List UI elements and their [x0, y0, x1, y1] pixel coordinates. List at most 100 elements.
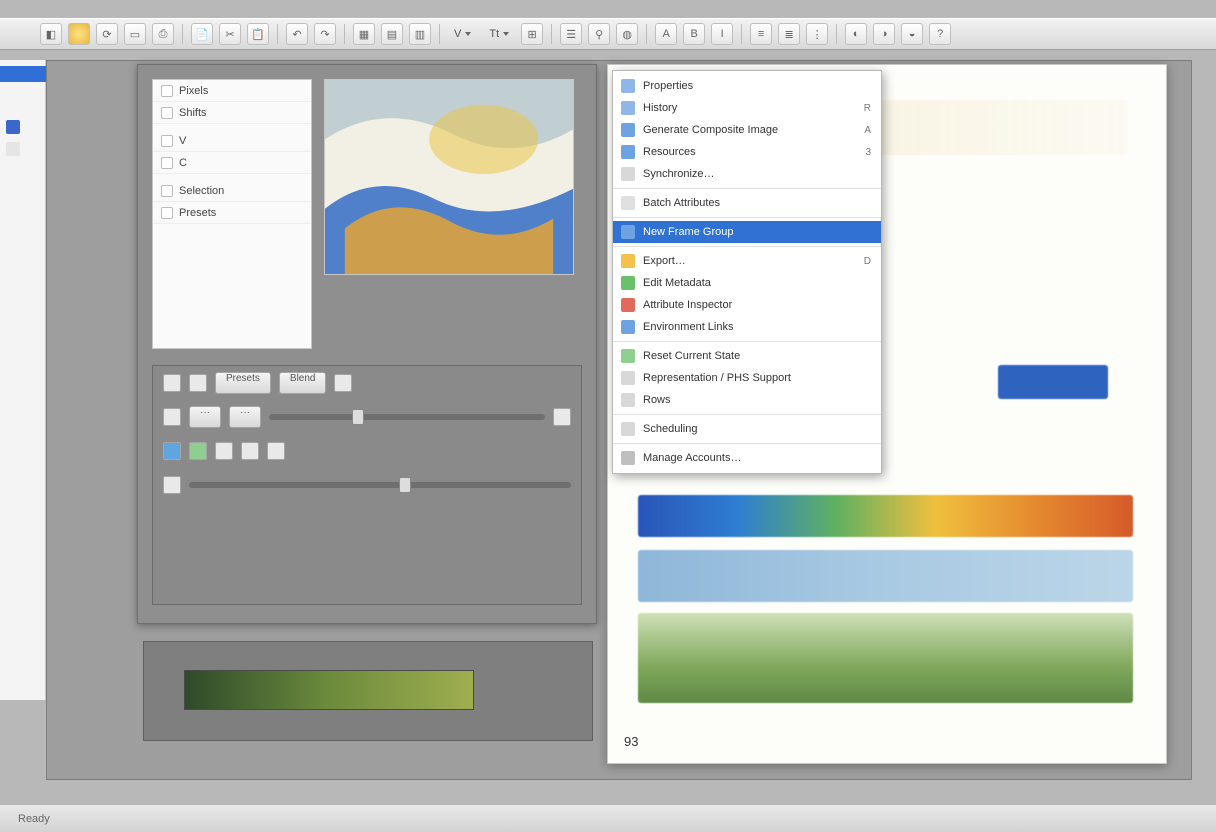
- menu-item-label: History: [643, 102, 856, 114]
- toolbar-button[interactable]: ☰: [560, 23, 582, 45]
- toolbar-button[interactable]: ▭: [124, 23, 146, 45]
- toolbar-button[interactable]: ▦: [353, 23, 375, 45]
- slider-thumb[interactable]: [399, 477, 411, 493]
- menu-item[interactable]: Attribute Inspector: [613, 294, 881, 316]
- control-square[interactable]: [241, 442, 259, 460]
- toolbar-button[interactable]: ⟳: [96, 23, 118, 45]
- list-item[interactable]: C: [153, 152, 311, 174]
- toolbar-button[interactable]: B: [683, 23, 705, 45]
- menu-item[interactable]: Environment Links: [613, 316, 881, 338]
- list-item[interactable]: Presets: [153, 202, 311, 224]
- paint-swatch: [638, 495, 1133, 537]
- menu-separator: [613, 188, 881, 189]
- toolbar-button[interactable]: ◍: [616, 23, 638, 45]
- toolbar-button[interactable]: ▥: [409, 23, 431, 45]
- toolbar-button[interactable]: 📄: [191, 23, 213, 45]
- status-left: Ready: [18, 813, 50, 825]
- toolbar-separator: [344, 24, 345, 44]
- main-toolbar: ◧ ⟳ ▭ ⎙ 📄 ✂ 📋 ↶ ↷ ▦ ▤ ▥ V Tt ⊞ ☰ ⚲ ◍ A B…: [0, 18, 1216, 50]
- control-square[interactable]: [553, 408, 571, 426]
- toolbar-button[interactable]: ≡: [750, 23, 772, 45]
- list-item[interactable]: V: [153, 130, 311, 152]
- control-button[interactable]: ···: [229, 406, 261, 428]
- toolbar-button[interactable]: ▤: [381, 23, 403, 45]
- menu-item-label: Resources: [643, 146, 857, 158]
- menu-item[interactable]: Generate Composite ImageA: [613, 119, 881, 141]
- toolbar-button[interactable]: ⋮: [806, 23, 828, 45]
- control-square[interactable]: [267, 442, 285, 460]
- control-square[interactable]: [163, 408, 181, 426]
- control-square[interactable]: [334, 374, 352, 392]
- swatch-icon: [161, 135, 173, 147]
- control-button[interactable]: Blend: [279, 372, 327, 394]
- menu-item[interactable]: History R: [613, 97, 881, 119]
- list-item[interactable]: Pixels: [153, 80, 311, 102]
- menu-item-label: Scheduling: [643, 423, 863, 435]
- control-square[interactable]: [189, 442, 207, 460]
- control-square[interactable]: [163, 476, 181, 494]
- toolbar-button[interactable]: ⚲: [588, 23, 610, 45]
- toolbar-dropdown-t[interactable]: Tt: [483, 28, 515, 40]
- menu-item[interactable]: Properties: [613, 75, 881, 97]
- menu-item[interactable]: Manage Accounts…: [613, 447, 881, 469]
- menu-item[interactable]: Synchronize…: [613, 163, 881, 185]
- menu-item-icon: [621, 298, 635, 312]
- menu-item-label: Representation / PHS Support: [643, 372, 863, 384]
- menu-item[interactable]: Representation / PHS Support: [613, 367, 881, 389]
- control-square[interactable]: [163, 442, 181, 460]
- slider[interactable]: [189, 482, 571, 488]
- paint-swatch: [998, 365, 1108, 399]
- context-menu: Properties History R Generate Composite Ima…: [612, 70, 882, 474]
- edge-item[interactable]: [6, 120, 20, 134]
- toolbar-button[interactable]: 📋: [247, 23, 269, 45]
- control-square[interactable]: [163, 374, 181, 392]
- strip-gradient: [184, 670, 474, 710]
- toolbar-button[interactable]: ↶: [286, 23, 308, 45]
- menu-item[interactable]: Reset Current State: [613, 345, 881, 367]
- options-list: Pixels Shifts V C Selection Presets: [152, 79, 312, 349]
- toolbar-button[interactable]: A: [655, 23, 677, 45]
- toolbar-button[interactable]: ◒: [901, 23, 923, 45]
- menu-item-label: Generate Composite Image: [643, 124, 856, 136]
- toolbar-separator: [277, 24, 278, 44]
- page-number: 93: [624, 734, 638, 749]
- menu-item[interactable]: Edit Metadata: [613, 272, 881, 294]
- toolbar-button[interactable]: ⎙: [152, 23, 174, 45]
- control-button[interactable]: ···: [189, 406, 221, 428]
- menu-item[interactable]: Batch Attributes: [613, 192, 881, 214]
- menu-item[interactable]: Resources3: [613, 141, 881, 163]
- toolbar-button[interactable]: ◑: [873, 23, 895, 45]
- left-panel: Pixels Shifts V C Selection Presets Pres…: [137, 64, 597, 624]
- toolbar-button[interactable]: ≣: [778, 23, 800, 45]
- preview-thumbnail: [324, 79, 574, 275]
- controls-panel: Presets Blend ··· ···: [152, 365, 582, 605]
- menu-item[interactable]: Rows: [613, 389, 881, 411]
- toolbar-dropdown-v[interactable]: V: [448, 28, 477, 40]
- toolbar-button[interactable]: I: [711, 23, 733, 45]
- toolbar-button[interactable]: ✂: [219, 23, 241, 45]
- menu-item-label: Rows: [643, 394, 863, 406]
- menu-separator: [613, 443, 881, 444]
- toolbar-button[interactable]: ↷: [314, 23, 336, 45]
- slider-thumb[interactable]: [352, 409, 364, 425]
- control-square[interactable]: [215, 442, 233, 460]
- edge-item[interactable]: [6, 142, 20, 156]
- toolbar-button[interactable]: [68, 23, 90, 45]
- slider[interactable]: [269, 414, 545, 420]
- toolbar-button[interactable]: ?: [929, 23, 951, 45]
- toolbar-button[interactable]: ◐: [845, 23, 867, 45]
- menu-item-label: Batch Attributes: [643, 197, 863, 209]
- toolbar-button[interactable]: ⊞: [521, 23, 543, 45]
- menu-item[interactable]: Scheduling: [613, 418, 881, 440]
- menu-item-shortcut: R: [864, 103, 871, 114]
- list-item[interactable]: Shifts: [153, 102, 311, 124]
- menu-item[interactable]: New Frame Group: [613, 221, 881, 243]
- toolbar-button[interactable]: ◧: [40, 23, 62, 45]
- control-square[interactable]: [189, 374, 207, 392]
- menu-item[interactable]: Export…D: [613, 250, 881, 272]
- edge-highlight: [0, 66, 46, 82]
- list-item[interactable]: Selection: [153, 180, 311, 202]
- control-button[interactable]: Presets: [215, 372, 271, 394]
- toolbar-separator: [646, 24, 647, 44]
- swatch-icon: [161, 107, 173, 119]
